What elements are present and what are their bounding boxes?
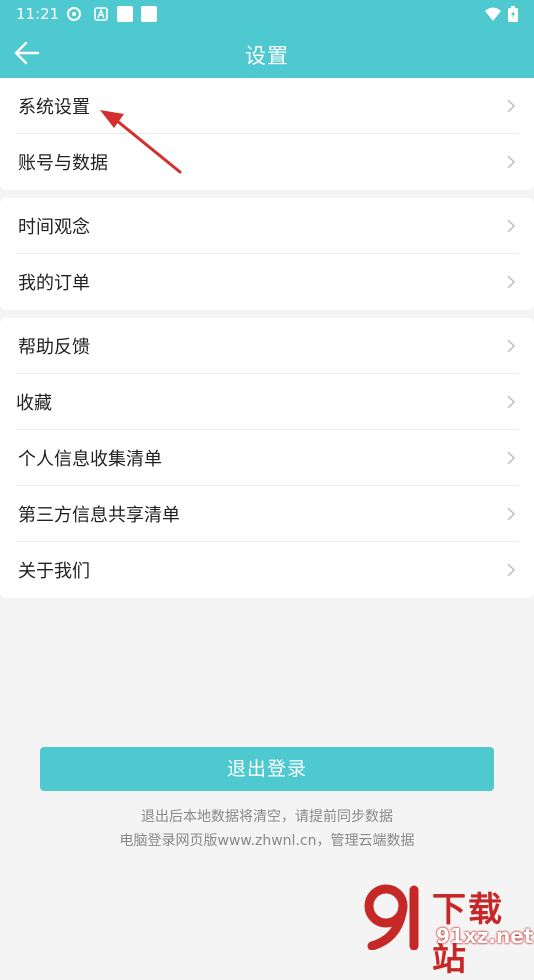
menu-item-label: 关于我们 xyxy=(18,561,90,582)
notification-square-icon xyxy=(117,6,133,22)
notification-square-icon xyxy=(141,6,157,22)
watermark: 下载站 91xz.net xyxy=(360,882,534,979)
chevron-right-icon xyxy=(507,507,516,521)
sync-icon xyxy=(67,7,81,21)
menu-item-favorites[interactable]: 收藏 xyxy=(0,374,534,430)
menu-item-account-data[interactable]: 账号与数据 xyxy=(0,134,534,190)
menu-item-personal-info-list[interactable]: 个人信息收集清单 xyxy=(0,430,534,486)
logout-note: 退出后本地数据将清空，请提前同步数据 xyxy=(141,809,393,825)
menu-item-system-settings[interactable]: 系统设置 xyxy=(0,78,534,134)
menu-item-label: 第三方信息共享清单 xyxy=(18,505,180,526)
menu-item-my-orders[interactable]: 我的订单 xyxy=(0,254,534,310)
chevron-right-icon xyxy=(507,339,516,353)
menu-item-label: 帮助反馈 xyxy=(18,337,90,358)
site-logo-icon xyxy=(364,884,419,950)
menu-item-time-concept[interactable]: 时间观念 xyxy=(0,198,534,254)
menu-item-about-us[interactable]: 关于我们 xyxy=(0,542,534,598)
chevron-right-icon xyxy=(507,219,516,233)
logout-button[interactable]: 退出登录 xyxy=(40,747,494,791)
settings-group-personal: 时间观念 我的订单 xyxy=(0,198,534,310)
menu-item-label: 时间观念 xyxy=(18,217,90,238)
settings-group-info: 帮助反馈 收藏 个人信息收集清单 第三方信息共享清单 关于我们 xyxy=(0,318,534,598)
navigation-bar: 设置 xyxy=(0,28,534,78)
page-title: 设置 xyxy=(245,44,289,68)
status-bar: 11:21 xyxy=(0,0,534,28)
menu-item-label: 账号与数据 xyxy=(18,153,108,174)
watermark-domain: 91xz.net xyxy=(436,924,534,948)
chevron-right-icon xyxy=(507,99,516,113)
menu-item-third-party-sharing[interactable]: 第三方信息共享清单 xyxy=(0,486,534,542)
a-notification-icon xyxy=(94,7,108,21)
chevron-right-icon xyxy=(507,395,516,409)
web-version-note: 电脑登录网页版www.zhwnl.cn，管理云端数据 xyxy=(119,833,415,849)
battery-icon xyxy=(508,6,518,22)
status-time: 11:21 xyxy=(16,5,60,23)
chevron-right-icon xyxy=(507,563,516,577)
menu-item-help-feedback[interactable]: 帮助反馈 xyxy=(0,318,534,374)
menu-item-label: 我的订单 xyxy=(18,273,90,294)
menu-item-label: 收藏 xyxy=(16,393,52,414)
top-app-bar: 11:21 设置 xyxy=(0,0,534,78)
menu-item-label: 个人信息收集清单 xyxy=(18,449,162,470)
chevron-right-icon xyxy=(507,155,516,169)
settings-group-account: 系统设置 账号与数据 xyxy=(0,78,534,190)
wifi-icon xyxy=(485,7,501,21)
chevron-right-icon xyxy=(507,275,516,289)
chevron-right-icon xyxy=(507,451,516,465)
menu-item-label: 系统设置 xyxy=(18,97,90,118)
